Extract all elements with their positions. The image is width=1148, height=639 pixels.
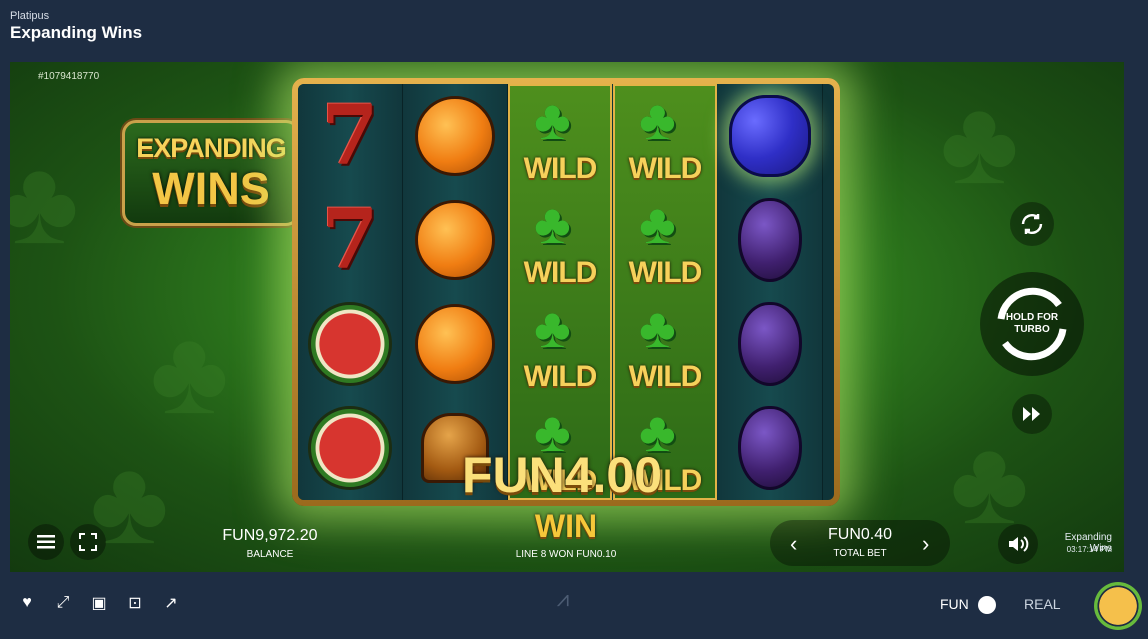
watermelon-icon [308,406,392,490]
plum-icon [738,406,802,490]
reel-cell: 7 [298,84,402,188]
win-label: WIN [534,508,598,544]
menu-icon [37,535,55,549]
reel: ♣ WILD ♣ WILD ♣ WILD ♣ WILD [613,84,717,500]
spin-button[interactable]: HOLD FOR TURBO [980,272,1084,376]
autoplay-button[interactable] [1012,394,1052,434]
wild-symbol: ♣ WILD [615,294,715,398]
speaker-icon [1009,536,1029,552]
wild-label: WILD [628,360,703,393]
reel-cell [403,292,507,396]
reels-grid: 7 7 ♣ WILD ♣ WILD ♣ WILD ♣ WILD ♣ WILD ♣ WILD ♣ WILD ♣ WI… [298,84,834,500]
bet-increase-button[interactable]: › [922,531,929,557]
seven-icon: 7 [321,192,379,288]
open-new-window-icon[interactable]: ↗ [158,590,184,616]
wild-symbol: ♣ WILD [510,294,610,398]
clover-icon: ♣ [534,88,571,151]
spin-id: #1079418770 [38,71,100,82]
wild-label: WILD [628,152,703,185]
clock-time: 03:17:14 PM [1066,545,1112,554]
wild-label: WILD [628,256,703,289]
orange-icon [415,304,495,384]
reel: ♣ WILD ♣ WILD ♣ WILD ♣ WILD [508,84,612,500]
wild-symbol: ♣ WILD [510,190,610,294]
fullscreen-button[interactable] [70,524,106,560]
clover-bg-icon: ♣ [10,135,79,269]
clover-icon: ♣ [639,296,676,359]
theater-mode-icon[interactable]: ▣ [86,590,112,616]
reel: 77 [298,84,403,500]
line-won-text: LINE 8 WON FUN0.10 [515,549,617,560]
clover-icon: ♣ [639,88,676,151]
game-canvas[interactable]: ♣ ♣ ♣ ♣ ♣ #1079418770 EXPANDING WINS 7 7 ♣… [10,62,1124,572]
orange-icon [415,96,495,176]
brand-mark-icon: ⩘ [556,586,570,611]
bottom-bar: ♥ ⤢ ▣ ⊡ ↗ ⩘ FUN REAL [0,572,1148,639]
balance-value: FUN9,972.20 [222,527,318,544]
reel-cell [718,292,822,396]
reels-frame: 7 7 ♣ WILD ♣ WILD ♣ WILD ♣ WILD ♣ WILD ♣ WILD ♣ WILD ♣ WI… [292,78,840,506]
replay-button[interactable] [1010,202,1054,246]
logo-line1: EXPANDING [136,133,287,163]
avatar[interactable] [1094,582,1142,630]
clover-icon: ♣ [534,192,571,255]
wild-label: WILD [523,360,598,393]
top-bar: Platipus Expanding Wins [0,0,1148,62]
fun-mode-label: FUN [940,596,969,612]
reel-cell: 7 [298,188,402,292]
reel-cell [403,84,507,188]
favorite-heart-icon[interactable]: ♥ [14,590,40,616]
provider-name: Platipus [10,10,50,22]
wild-symbol: ♣ WILD [615,86,715,190]
reel-cell [718,188,822,292]
game-logo: EXPANDING WINS [122,120,300,226]
reel [718,84,823,500]
plum-icon [738,198,802,282]
clover-bg-icon: ♣ [940,75,1019,209]
reel-cell [298,292,402,396]
wild-symbol: ♣ WILD [615,190,715,294]
menu-button[interactable] [28,524,64,560]
wild-label: WILD [523,256,598,289]
spin-arrows-icon [997,287,1067,361]
grapes-icon [729,95,811,177]
wild-symbol: ♣ WILD [510,86,610,190]
plum-icon [738,302,802,386]
screenshot-icon[interactable]: ⊡ [122,590,148,616]
logo-line2: WINS [152,163,270,214]
seven-icon: 7 [321,88,379,184]
fullscreen-icon [79,533,97,551]
fast-forward-icon [1023,407,1040,421]
reel [403,84,508,500]
clover-icon: ♣ [534,296,571,359]
game-title: Expanding Wins [10,23,143,42]
clover-icon: ♣ [639,192,676,255]
bet-selector: ‹ FUN0.40 TOTAL BET › [770,520,950,566]
watermelon-icon [308,302,392,386]
mode-toggle[interactable] [978,596,996,614]
sound-button[interactable] [998,524,1038,564]
real-mode-label[interactable]: REAL [1024,596,1061,612]
reel-cell [403,188,507,292]
win-amount: FUN4.00 [461,447,663,503]
wild-label: WILD [523,152,598,185]
replay-icon [1021,213,1043,235]
balance-label: BALANCE [246,549,294,560]
expand-icon[interactable]: ⤢ [50,590,76,616]
orange-icon [415,200,495,280]
reel-cell [298,396,402,500]
reel-cell [718,84,822,188]
clover-bg-icon: ♣ [150,305,229,439]
